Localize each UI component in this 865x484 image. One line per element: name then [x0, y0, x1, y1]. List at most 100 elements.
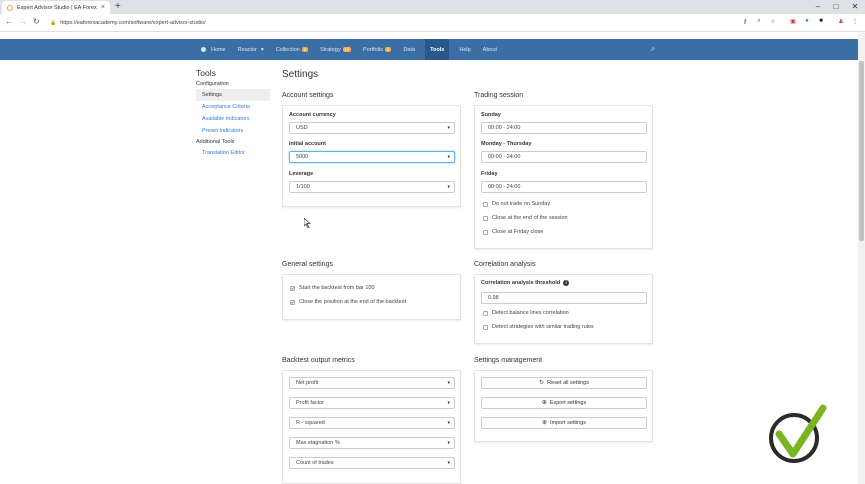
profile-icon[interactable]: ♟: [837, 18, 845, 27]
nav-data-label: Data: [403, 46, 416, 53]
account-currency-select[interactable]: USD ▾: [289, 122, 455, 134]
chevron-down-icon: ▾: [447, 400, 450, 406]
export-icon: ⊕: [541, 400, 547, 406]
nav-about[interactable]: About: [481, 39, 499, 60]
metric-select-2[interactable]: Profit factor ▾: [289, 397, 455, 409]
sidebar-item-settings[interactable]: Settings: [196, 89, 270, 101]
metric-select-5[interactable]: Count of trades ▾: [289, 457, 455, 469]
portfolio-count-badge: 0: [385, 47, 392, 52]
checkbox-checked-icon: ✔: [290, 299, 295, 305]
close-friday-checkbox[interactable]: Close at Friday close: [483, 229, 543, 235]
key-icon[interactable]: ⚷: [741, 18, 749, 27]
chevron-down-icon: ▾: [447, 380, 450, 386]
friday-session-input[interactable]: 00:00 - 24:00: [481, 181, 647, 193]
leverage-label: Leverage: [289, 171, 314, 177]
nav-help[interactable]: Help: [457, 39, 472, 60]
start-backtest-bar-checkbox[interactable]: ✔ Start the backtest from bar 100: [290, 285, 375, 291]
scrollbar-thumb[interactable]: [859, 61, 864, 241]
metric-select-1[interactable]: Net profit ▾: [289, 377, 455, 389]
leverage-select[interactable]: 1/100 ▾: [289, 181, 455, 193]
chevron-down-icon: ▾: [447, 440, 450, 446]
close-end-session-checkbox[interactable]: Close at the end of the session: [483, 215, 568, 221]
detect-similar-rules-checkbox[interactable]: Detect strategies with similar trading r…: [483, 324, 594, 330]
metric-select-3[interactable]: R - squared ▾: [289, 417, 455, 429]
browser-toolbar: ← → ↻ 🔒 https://eaforexacademy.com/softw…: [0, 14, 865, 32]
extension-green-icon[interactable]: ●: [803, 18, 811, 27]
nav-collection[interactable]: Collection 0: [274, 39, 310, 60]
nav-strategy[interactable]: Strategy 10: [318, 39, 353, 60]
initial-account-select[interactable]: 5000 ▾: [289, 151, 455, 163]
nav-home[interactable]: Home: [199, 39, 228, 60]
sunday-session-input[interactable]: 00:00 - 24:00: [481, 122, 647, 134]
extension-dark-icon[interactable]: ■: [817, 18, 825, 27]
sidebar-title: Tools: [196, 68, 216, 78]
nav-data[interactable]: Data: [401, 39, 417, 60]
extension-icon[interactable]: ▣: [789, 18, 797, 27]
bookmark-star-icon[interactable]: ☆: [769, 18, 777, 27]
browser-tab[interactable]: Expert Advisor Studio | EA Forex ×: [2, 1, 110, 14]
sidebar-group-additional-tools: Additional Tools: [196, 139, 235, 145]
tools-sidebar: Tools Configuration Settings Acceptance …: [196, 68, 270, 159]
sunday-label: Sunday: [481, 112, 501, 118]
tab-close-icon[interactable]: ×: [101, 4, 105, 11]
nav-reactor-label: Reactor: [237, 46, 257, 53]
window-minimize-button[interactable]: –: [808, 0, 828, 14]
sidebar-item-preset-indicators[interactable]: Preset Indicators: [196, 125, 270, 137]
import-settings-button[interactable]: ⊕ Import settings: [481, 417, 647, 429]
back-arrow-icon[interactable]: ←: [5, 17, 13, 26]
close-end-session-label: Close at the end of the session: [492, 215, 568, 221]
close-position-end-backtest-label: Close the position at the end of the bac…: [299, 299, 407, 305]
settings-management-card: ↻ Reset all settings ⊕ Export settings ⊕ Im…: [474, 370, 653, 442]
menu-dots-icon[interactable]: ⋮: [851, 18, 859, 27]
forward-arrow-icon[interactable]: →: [19, 17, 27, 26]
export-settings-label: Export settings: [549, 400, 587, 406]
sidebar-item-acceptance-criteria[interactable]: Acceptance Criteria: [196, 101, 270, 113]
window-maximize-button[interactable]: □: [826, 0, 846, 14]
metric-select-4[interactable]: Max stagnation % ▾: [289, 437, 455, 449]
general-settings-title: General settings: [282, 261, 333, 268]
home-icon: [201, 47, 206, 52]
no-trade-sunday-checkbox[interactable]: Do not trade on Sunday: [483, 201, 550, 207]
app-navbar: Home Reactor ▾ Collection 0 Strategy 10 …: [0, 39, 865, 60]
leverage-value: 1/100: [296, 184, 310, 190]
account-settings-card: Account currency USD ▾ Initial account 5…: [282, 105, 461, 207]
chevron-down-icon: ▾: [447, 154, 450, 160]
import-icon: ⊕: [541, 420, 547, 426]
window-close-button[interactable]: ✕: [845, 0, 865, 14]
metric-value-3: R - squared: [296, 420, 325, 426]
sidebar-item-available-indicators[interactable]: Available Indicators: [196, 113, 270, 125]
close-position-end-backtest-checkbox[interactable]: ✔ Close the position at the end of the b…: [290, 299, 406, 305]
backtest-metrics-title: Backtest output metrics: [282, 357, 355, 364]
nav-help-label: Help: [459, 46, 471, 53]
address-bar[interactable]: 🔒 https://eaforexacademy.com/software/ex…: [50, 17, 735, 29]
nav-about-label: About: [482, 46, 498, 53]
reset-settings-button[interactable]: ↻ Reset all settings: [481, 377, 647, 389]
chevron-down-icon: ▾: [447, 420, 450, 426]
nav-portfolio[interactable]: Portfolio 0: [361, 39, 393, 60]
nav-tools[interactable]: Tools: [425, 39, 450, 60]
tab-title: Expert Advisor Studio | EA Forex: [17, 4, 97, 11]
correlation-threshold-input[interactable]: 0.98: [481, 292, 647, 304]
account-currency-value: USD: [296, 125, 308, 131]
detect-similar-rules-label: Detect strategies with similar trading r…: [492, 324, 594, 330]
detect-balance-correlation-checkbox[interactable]: Detect balance lines correlation: [483, 310, 569, 316]
page-scrollbar[interactable]: [858, 33, 865, 484]
refresh-icon: ↻: [539, 380, 545, 386]
zoom-icon[interactable]: ⌕: [755, 18, 763, 27]
academy-logo: [769, 404, 827, 463]
collection-count-badge: 0: [301, 47, 309, 52]
correlation-threshold-label: Correlation analysis threshold i: [481, 280, 570, 286]
fullscreen-icon[interactable]: ⬀: [650, 46, 655, 53]
chevron-down-icon: ▾: [447, 184, 450, 190]
checkbox-unchecked-icon: [483, 201, 488, 207]
nav-collection-label: Collection: [275, 46, 300, 53]
export-settings-button[interactable]: ⊕ Export settings: [481, 397, 647, 409]
browser-tab-bar: Expert Advisor Studio | EA Forex × + – □…: [0, 0, 865, 14]
monday-thursday-session-input[interactable]: 00:00 - 24:00: [481, 151, 647, 163]
detect-balance-correlation-label: Detect balance lines correlation: [492, 310, 569, 316]
sidebar-item-translation-editor[interactable]: Translation Editor: [196, 147, 270, 159]
info-icon[interactable]: i: [563, 280, 570, 286]
nav-reactor[interactable]: Reactor ▾: [236, 39, 266, 60]
reload-icon[interactable]: ↻: [33, 17, 40, 26]
new-tab-button[interactable]: +: [115, 1, 121, 12]
